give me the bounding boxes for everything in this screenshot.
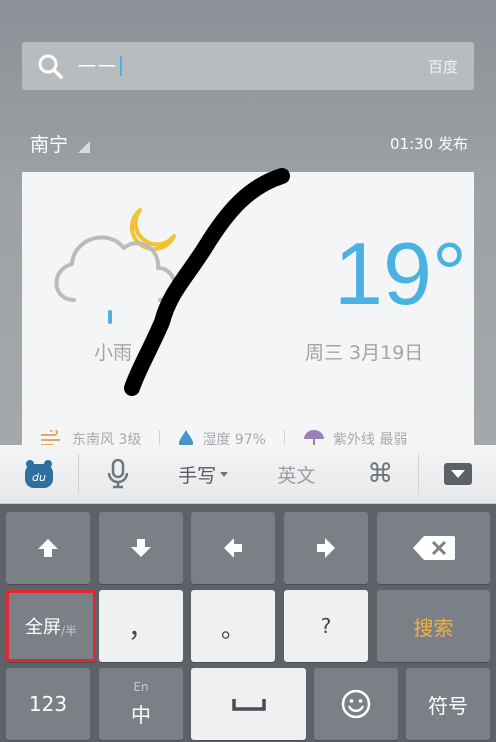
hide-keyboard-button[interactable]	[419, 445, 496, 504]
down-arrow-key[interactable]	[99, 512, 183, 584]
dropdown-triangle-icon[interactable]	[78, 138, 91, 157]
up-arrow-key[interactable]	[6, 512, 90, 584]
period-key[interactable]: 。	[191, 590, 275, 662]
command-icon: ⌘	[367, 459, 394, 489]
comma-key[interactable]: ，	[99, 590, 183, 662]
weather-card[interactable]: 小雨 19° 周三 3月19日 东南风 3级 湿度 97% 紫外线 最弱	[22, 172, 474, 462]
space-icon	[231, 699, 266, 711]
weather-header: 南宁 01:30 发布	[30, 128, 468, 158]
temperature-value: 19°	[334, 224, 468, 323]
right-arrow-key[interactable]	[284, 512, 368, 584]
handwriting-label: 手写	[178, 464, 217, 487]
halfscreen-label: /半	[60, 623, 78, 638]
backspace-key[interactable]	[377, 512, 490, 584]
emoji-key[interactable]	[314, 668, 398, 740]
search-input-text: 一一	[78, 57, 118, 78]
question-label: ?	[320, 614, 332, 638]
period-label: 。	[221, 614, 245, 643]
command-button[interactable]: ⌘	[342, 445, 418, 504]
english-mode-button[interactable]: 英文	[251, 445, 343, 504]
publish-time: 01:30 发布	[390, 134, 468, 153]
search-input[interactable]: 一一	[78, 53, 122, 79]
language-switch-key[interactable]: En 中	[99, 668, 183, 740]
search-key-label: 搜索	[413, 615, 454, 640]
collapse-keyboard-icon	[443, 463, 472, 485]
microphone-icon	[107, 459, 129, 489]
left-arrow-key[interactable]	[191, 512, 275, 584]
numbers-label: 123	[28, 692, 68, 716]
arrow-right-icon	[317, 538, 335, 558]
cloud-icon	[54, 235, 177, 302]
english-label: 英文	[277, 464, 316, 487]
symbols-label: 符号	[428, 693, 468, 718]
comma-label: ，	[127, 613, 154, 644]
space-key[interactable]	[191, 668, 306, 740]
fullscreen-toggle-key[interactable]: 全屏 /半	[6, 590, 96, 662]
arrow-left-icon	[224, 538, 242, 558]
keyboard: 全屏 /半 ， 。 ? 搜索 123 En 中 符号	[0, 504, 496, 742]
english-sup-label: En	[133, 679, 149, 694]
search-bar[interactable]: 一一 百度	[22, 42, 474, 90]
handwriting-mode-button[interactable]: 手写	[157, 445, 251, 504]
svg-text:du: du	[32, 471, 46, 484]
voice-input-button[interactable]	[79, 445, 157, 504]
arrow-up-icon	[38, 539, 58, 557]
arrow-down-icon	[131, 539, 151, 557]
smiley-icon	[341, 689, 371, 719]
keyboard-toolbar: du 手写 英文 ⌘	[0, 445, 496, 504]
fullscreen-label: 全屏	[24, 617, 61, 638]
text-cursor	[120, 56, 122, 76]
weather-condition: 小雨	[94, 342, 133, 364]
symbols-key[interactable]: 符号	[406, 668, 490, 740]
chinese-label: 中	[131, 702, 151, 727]
weather-date: 周三 3月19日	[305, 342, 424, 364]
city-name[interactable]: 南宁	[30, 130, 68, 157]
search-engine-label[interactable]: 百度	[428, 56, 458, 77]
question-key[interactable]: ?	[284, 590, 368, 662]
search-icon	[22, 42, 78, 90]
numbers-key[interactable]: 123	[6, 668, 90, 740]
du-logo-button[interactable]: du	[0, 445, 78, 504]
du-logo-icon: du	[24, 460, 53, 488]
chevron-down-icon	[220, 472, 229, 477]
backspace-icon	[412, 536, 455, 560]
search-key[interactable]: 搜索	[377, 590, 490, 662]
